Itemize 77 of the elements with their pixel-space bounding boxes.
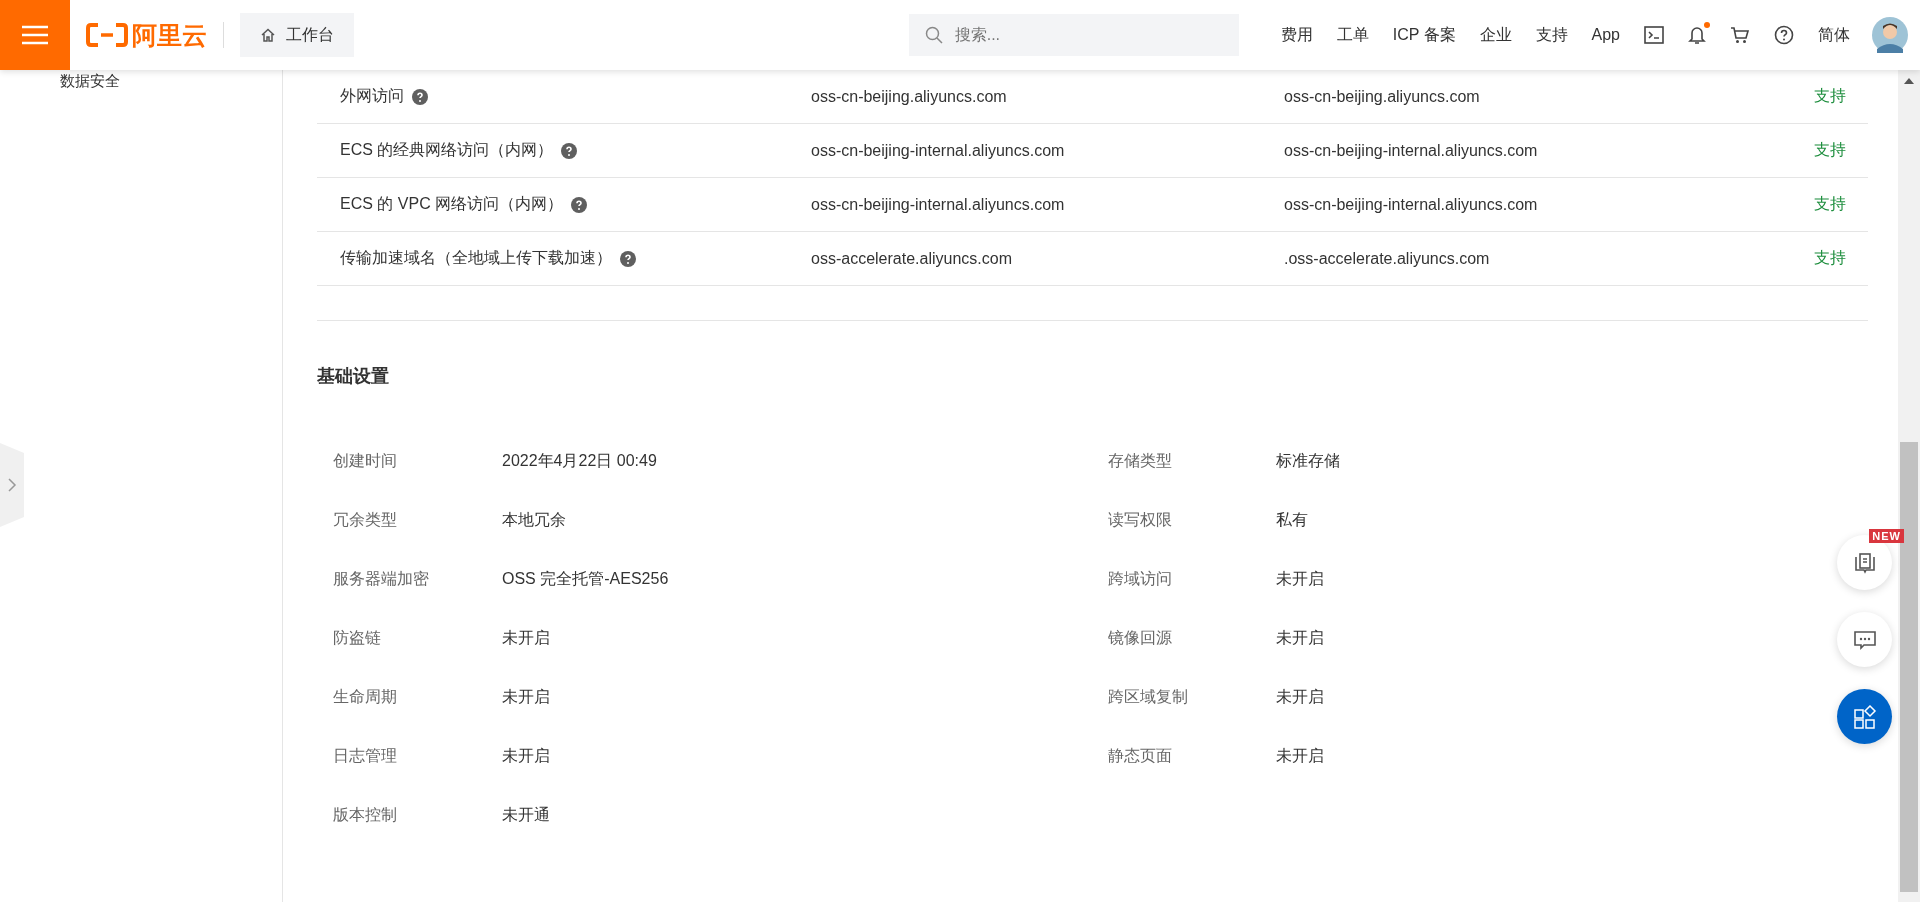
nav-link[interactable]: 工单 xyxy=(1324,24,1381,46)
nav-link[interactable]: 支持 xyxy=(1523,24,1580,46)
nav-link[interactable]: 企业 xyxy=(1467,24,1524,46)
search-icon xyxy=(924,26,943,44)
search-field[interactable]: 搜索... xyxy=(908,14,1239,56)
table-cell-text: oss-cn-beijing.aliyuncs.com xyxy=(1283,87,1481,106)
person-icon xyxy=(1872,17,1908,53)
field-label: 防盗链 xyxy=(333,628,382,648)
field-value: 未开启 xyxy=(1276,746,1324,766)
help-icon xyxy=(412,88,428,105)
language-link[interactable]: 简体 xyxy=(1806,24,1862,46)
field-value: 标准存储 xyxy=(1276,451,1340,471)
field-label: 跨域访问 xyxy=(1108,569,1173,589)
table-cell-text: 传输加速域名（全地域上传下载加速） xyxy=(340,248,612,268)
table-cell-text: 外网访问 xyxy=(340,86,404,106)
menu-icon xyxy=(22,25,48,45)
nav-link[interactable]: ICP 备案 xyxy=(1380,24,1468,46)
scroll-up-icon[interactable] xyxy=(1904,78,1914,84)
table-cell-text: .oss-accelerate.aliyuncs.com xyxy=(1283,249,1491,268)
field-label: 跨区域复制 xyxy=(1108,687,1189,707)
terminal-icon xyxy=(1644,26,1664,44)
field-label: 冗余类型 xyxy=(333,510,398,530)
table-cell-text: oss-cn-beijing-internal.aliyuncs.com xyxy=(811,195,1066,214)
field-value: 未开启 xyxy=(1276,628,1324,648)
apps-button[interactable] xyxy=(1837,689,1892,744)
scrollbar[interactable] xyxy=(1898,70,1920,902)
table-cell-text: oss-cn-beijing.aliyuncs.com xyxy=(811,87,1008,106)
help-icon xyxy=(1774,25,1794,45)
field-value: 2022年4月22日 00:49 xyxy=(502,451,657,471)
table-cell-text: ECS 的经典网络访问（内网） xyxy=(340,140,554,160)
apps-icon xyxy=(1852,704,1877,729)
table-cell-text: oss-accelerate.aliyuncs.com xyxy=(811,249,1013,268)
sidebar-item[interactable]: 数据安全 xyxy=(60,72,282,91)
field-label: 服务器端加密 xyxy=(333,569,430,589)
field-label: 静态页面 xyxy=(1108,746,1173,766)
nav-link[interactable]: App xyxy=(1579,26,1632,44)
field-label: 版本控制 xyxy=(333,805,398,825)
book-icon xyxy=(1852,550,1877,575)
chat-button[interactable] xyxy=(1837,612,1892,667)
bell-icon xyxy=(1688,25,1706,45)
home-icon xyxy=(260,27,276,43)
field-value: 未开通 xyxy=(502,805,550,825)
chevron-right-icon xyxy=(7,477,17,493)
field-label: 镜像回源 xyxy=(1108,628,1173,648)
logo-icon xyxy=(86,23,128,47)
field-value: OSS 完全托管-AES256 xyxy=(502,569,669,589)
table-cell-text: oss-cn-beijing-internal.aliyuncs.com xyxy=(1283,141,1539,160)
field-value: 未开启 xyxy=(502,687,550,707)
help-icon xyxy=(561,142,578,159)
field-value: 未开启 xyxy=(1276,687,1324,707)
new-badge: NEW xyxy=(1869,529,1904,543)
field-value: 未开启 xyxy=(502,746,550,766)
table-cell-text: oss-cn-beijing-internal.aliyuncs.com xyxy=(1283,195,1539,214)
table-cell-text: 支持 xyxy=(1814,194,1846,214)
field-label: 创建时间 xyxy=(333,451,398,471)
scrollbar-thumb[interactable] xyxy=(1900,442,1918,892)
table-cell-text: 支持 xyxy=(1814,140,1846,160)
table-cell-text: 支持 xyxy=(1814,248,1846,268)
field-value: 本地冗余 xyxy=(502,510,566,530)
field-label: 读写权限 xyxy=(1108,510,1173,530)
cart-icon xyxy=(1730,26,1750,44)
section-title: 基础设置 xyxy=(317,365,390,388)
table-cell-text: oss-cn-beijing-internal.aliyuncs.com xyxy=(811,141,1066,160)
field-value: 未开启 xyxy=(1276,569,1324,589)
field-label: 生命周期 xyxy=(333,687,398,707)
help-icon xyxy=(620,250,636,267)
field-label: 存储类型 xyxy=(1108,451,1173,471)
table-cell-text: 支持 xyxy=(1814,86,1846,106)
nav-link[interactable]: 费用 xyxy=(1268,24,1325,46)
table-cell-text: ECS 的 VPC 网络访问（内网） xyxy=(340,194,564,214)
menu-button[interactable] xyxy=(0,0,70,70)
avatar[interactable] xyxy=(1872,17,1908,53)
workbench-button[interactable]: 工作台 xyxy=(240,13,354,57)
field-value: 未开启 xyxy=(502,628,550,648)
field-label: 日志管理 xyxy=(333,746,398,766)
help-icon xyxy=(571,196,588,213)
field-value: 私有 xyxy=(1276,510,1308,530)
